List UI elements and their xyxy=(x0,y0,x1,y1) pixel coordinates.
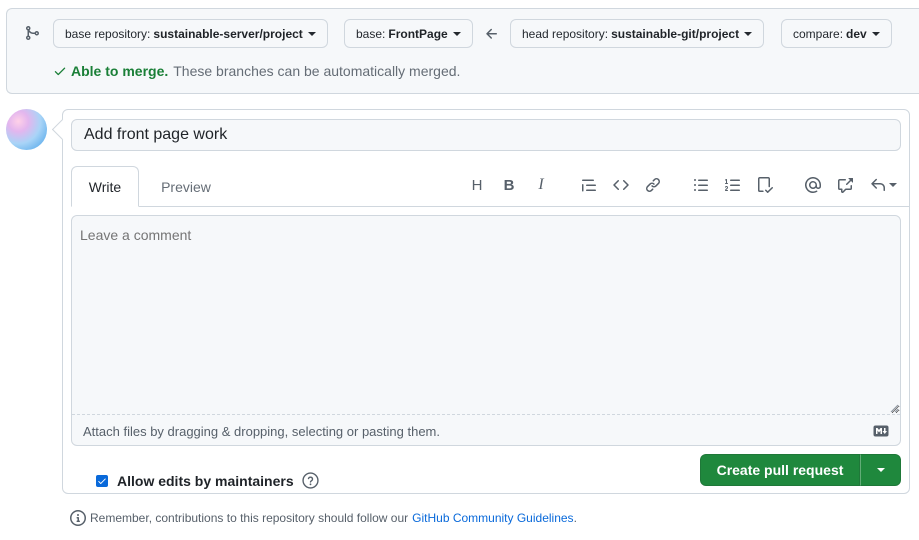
code-icon[interactable] xyxy=(609,173,633,197)
chevron-down-icon xyxy=(871,31,880,36)
note-trailing: . xyxy=(573,511,577,525)
comment-editor: Attach files by dragging & dropping, sel… xyxy=(71,215,901,446)
tab-write[interactable]: Write xyxy=(71,166,139,207)
bold-icon[interactable]: B xyxy=(497,173,521,197)
quote-icon[interactable] xyxy=(577,173,601,197)
head-repository-value: sustainable-git/project xyxy=(611,26,740,41)
compare-branch-select[interactable]: compare: dev xyxy=(781,19,892,48)
cross-reference-icon[interactable] xyxy=(833,173,857,197)
pr-title-input[interactable] xyxy=(71,119,901,151)
link-icon[interactable] xyxy=(641,173,665,197)
base-repository-select[interactable]: base repository: sustainable-server/proj… xyxy=(53,19,328,48)
attach-files-hint[interactable]: Attach files by dragging & dropping, sel… xyxy=(83,424,440,439)
compare-bar: base repository: sustainable-server/proj… xyxy=(6,8,919,94)
task-list-icon[interactable] xyxy=(753,173,777,197)
resize-grip-icon[interactable] xyxy=(890,404,899,413)
head-repository-select[interactable]: head repository: sustainable-git/project xyxy=(510,19,765,48)
create-pull-request-button[interactable]: Create pull request xyxy=(700,454,860,486)
question-icon[interactable] xyxy=(301,472,319,489)
pull-request-composer: Write Preview H B I Attach files by xyxy=(62,109,910,494)
base-repository-label: base repository: xyxy=(65,26,151,41)
check-icon xyxy=(54,67,66,76)
avatar[interactable] xyxy=(6,109,47,150)
italic-icon[interactable]: I xyxy=(529,173,553,197)
merge-status-strong: Able to merge. xyxy=(71,63,169,79)
base-branch-value: FrontPage xyxy=(388,26,448,41)
chevron-down-icon xyxy=(888,183,897,187)
merge-status: Able to merge. These branches can be aut… xyxy=(53,63,460,79)
head-repository-label: head repository: xyxy=(522,26,609,41)
merge-status-text: These branches can be automatically merg… xyxy=(173,63,461,79)
compare-branch-label: compare: xyxy=(793,26,844,41)
info-icon xyxy=(70,510,86,526)
allow-edits-label[interactable]: Allow edits by maintainers xyxy=(117,473,294,489)
chevron-down-icon xyxy=(452,31,461,36)
base-repository-value: sustainable-server/project xyxy=(153,26,303,41)
unordered-list-icon[interactable] xyxy=(689,173,713,197)
heading-icon[interactable]: H xyxy=(465,173,489,197)
allow-edits-checkbox[interactable] xyxy=(96,474,108,487)
ordered-list-icon[interactable] xyxy=(721,173,745,197)
community-guidelines-link[interactable]: GitHub Community Guidelines xyxy=(412,511,573,525)
chevron-down-icon xyxy=(307,31,316,36)
saved-replies-icon[interactable] xyxy=(865,173,901,197)
compare-branch-value: dev xyxy=(846,26,867,41)
chevron-down-icon xyxy=(876,468,885,472)
base-branch-select[interactable]: base: FrontPage xyxy=(344,19,473,48)
markdown-icon[interactable] xyxy=(873,425,889,437)
compare-arrows-icon xyxy=(26,26,40,40)
allow-edits-option: Allow edits by maintainers xyxy=(96,472,319,489)
arrow-left-icon xyxy=(486,28,497,39)
editor-tabbar: Write Preview xyxy=(71,166,909,207)
base-branch-label: base: xyxy=(356,26,386,41)
create-pull-request-options-button[interactable] xyxy=(860,454,901,486)
chevron-down-icon xyxy=(744,31,753,36)
contribution-guidelines-note: Remember, contributions to this reposito… xyxy=(70,510,577,526)
tab-preview[interactable]: Preview xyxy=(146,166,226,207)
mention-icon[interactable] xyxy=(801,173,825,197)
comment-textarea[interactable] xyxy=(72,216,900,415)
note-text: Remember, contributions to this reposito… xyxy=(90,511,409,525)
